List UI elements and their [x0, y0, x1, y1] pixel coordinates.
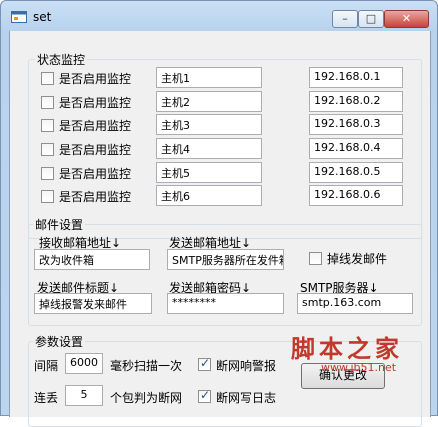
host-name-input-4[interactable]: 主机4 [156, 138, 262, 159]
lost-unit-label: 个包判为断网 [110, 391, 183, 405]
title-bar: set – □ ✕ [1, 1, 437, 31]
smtp-server-input[interactable]: smtp.163.com [297, 293, 413, 314]
params-legend: 参数设置 [33, 333, 86, 350]
mail-legend: 邮件设置 [33, 216, 86, 233]
host-name-input-6[interactable]: 主机6 [156, 185, 262, 206]
host-ip-input-6[interactable]: 192.168.0.6 [309, 185, 403, 206]
subject-input[interactable]: 掉线报警发来邮件 [34, 293, 152, 314]
enable-monitor-checkbox-1[interactable] [41, 72, 54, 85]
enable-monitor-label: 是否启用监控 [59, 190, 132, 204]
alarm-label: 断网响警报 [216, 359, 277, 373]
enable-monitor-checkbox-4[interactable] [41, 143, 54, 156]
interval-unit-label: 毫秒扫描一次 [110, 359, 183, 373]
confirm-change-button[interactable]: 确认更改 [301, 363, 385, 389]
enable-monitor-label: 是否启用监控 [59, 119, 132, 133]
enable-monitor-label: 是否启用监控 [59, 167, 132, 181]
offline-mail-checkbox[interactable] [309, 252, 322, 265]
enable-monitor-checkbox-6[interactable] [41, 190, 54, 203]
monitor-legend: 状态监控 [35, 51, 88, 68]
recv-address-input[interactable]: 改为收件箱 [34, 249, 150, 270]
host-name-input-5[interactable]: 主机5 [156, 162, 262, 183]
app-window-icon [11, 11, 27, 23]
enable-monitor-checkbox-3[interactable] [41, 119, 54, 132]
interval-input[interactable]: 6000 [65, 353, 103, 374]
maximize-button[interactable]: □ [358, 10, 384, 28]
host-name-input-2[interactable]: 主机2 [156, 91, 262, 112]
host-ip-input-5[interactable]: 192.168.0.5 [309, 162, 403, 183]
host-ip-input-3[interactable]: 192.168.0.3 [309, 114, 403, 135]
log-label: 断网写日志 [216, 391, 277, 405]
minimize-button[interactable]: – [332, 10, 358, 28]
send-address-input[interactable]: SMTP服务器所在发件箱 [167, 249, 284, 270]
settings-window: set – □ ✕ 状态监控 是否启用监控 主机1 192.168.0.1 是否… [0, 0, 438, 427]
enable-monitor-label: 是否启用监控 [59, 72, 132, 86]
lost-label: 连丢 [34, 391, 59, 405]
window-client-area: 状态监控 是否启用监控 主机1 192.168.0.1 是否启用监控 主机2 1… [9, 31, 431, 427]
enable-monitor-checkbox-2[interactable] [41, 96, 54, 109]
alarm-checkbox[interactable] [198, 356, 211, 371]
host-ip-input-2[interactable]: 192.168.0.2 [309, 91, 403, 112]
offline-mail-label: 掉线发邮件 [327, 252, 388, 266]
enable-monitor-label: 是否启用监控 [59, 143, 132, 157]
interval-label: 间隔 [34, 359, 59, 373]
host-ip-input-4[interactable]: 192.168.0.4 [309, 138, 403, 159]
log-checkbox[interactable] [198, 388, 211, 403]
lost-packets-input[interactable]: 5 [65, 385, 103, 406]
host-ip-input-1[interactable]: 192.168.0.1 [309, 67, 403, 88]
close-button[interactable]: ✕ [384, 10, 429, 28]
password-input[interactable]: ******** [167, 293, 284, 314]
enable-monitor-checkbox-5[interactable] [41, 167, 54, 180]
window-title: set [33, 10, 52, 24]
host-name-input-1[interactable]: 主机1 [156, 67, 262, 88]
host-name-input-3[interactable]: 主机3 [156, 114, 262, 135]
enable-monitor-label: 是否启用监控 [59, 96, 132, 110]
